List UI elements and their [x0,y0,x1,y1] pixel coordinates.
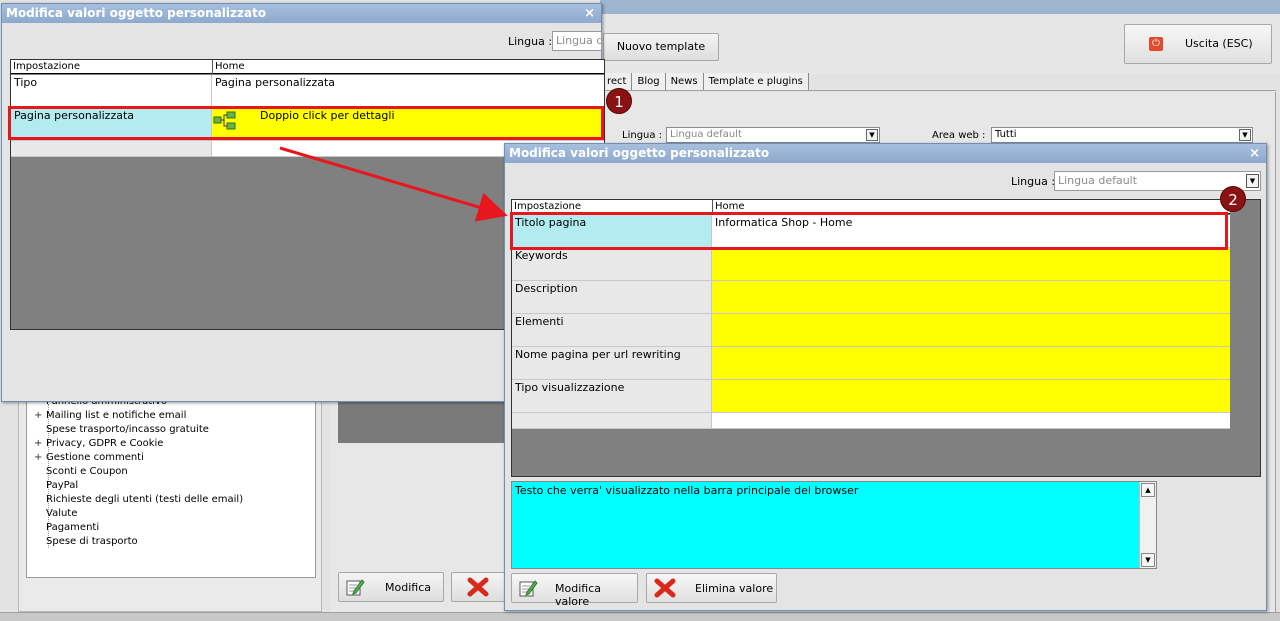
arrow-line [279,146,508,222]
annotation-arrow [279,146,508,222]
